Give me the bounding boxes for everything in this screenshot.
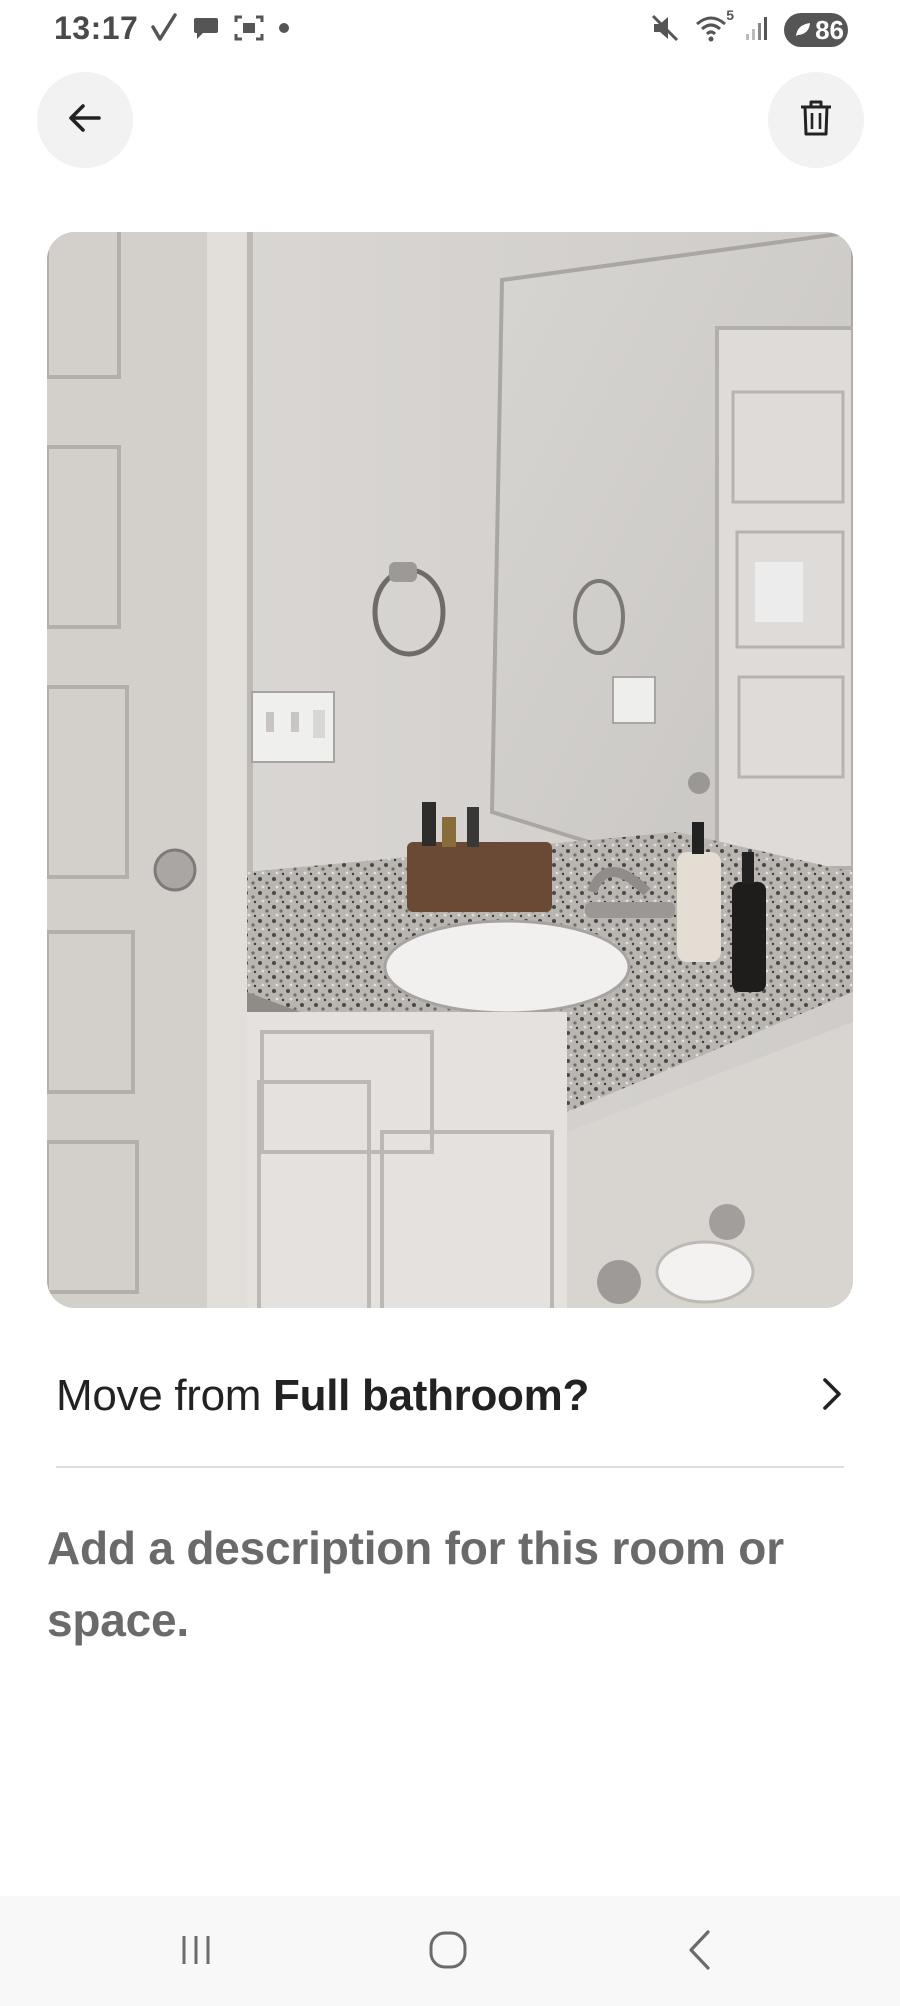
status-bar: 13:17 5 86 (0, 0, 900, 60)
screenshot-icon (234, 14, 264, 47)
wifi-icon: 5 (694, 7, 734, 48)
check-icon (150, 12, 178, 48)
chevron-right-icon (818, 1374, 846, 1419)
system-nav-bar (0, 1896, 900, 2006)
divider (56, 1466, 844, 1468)
wifi-band-label: 5 (726, 6, 734, 23)
signal-icon (744, 14, 770, 47)
dot-icon (278, 21, 290, 39)
move-room-text: Move from Full bathroom? (56, 1371, 589, 1421)
status-right-icons: 5 86 (650, 7, 848, 50)
home-icon (426, 1928, 470, 1977)
trash-icon (798, 98, 834, 143)
home-button[interactable] (418, 1924, 478, 1980)
bathroom-vanity-photo (47, 232, 853, 1308)
status-left-icons (150, 12, 290, 48)
back-button[interactable] (37, 72, 133, 168)
arrow-left-icon (65, 98, 105, 143)
back-icon (682, 1928, 718, 1977)
description-field[interactable]: Add a description for this room or space… (47, 1512, 847, 1656)
delete-photo-button[interactable] (768, 72, 864, 168)
system-back-button[interactable] (670, 1924, 730, 1980)
battery-icon: 86 (784, 13, 848, 47)
recents-button[interactable] (166, 1924, 226, 1980)
current-room-name: Full bathroom? (273, 1371, 590, 1420)
move-room-prefix: Move from (56, 1371, 274, 1420)
battery-level: 86 (815, 14, 844, 45)
status-time: 13:17 (54, 10, 139, 46)
room-photo[interactable] (47, 232, 853, 1308)
mute-icon (650, 13, 680, 48)
recents-icon (176, 1930, 216, 1975)
chat-bubble-icon (192, 14, 220, 47)
move-room-row[interactable]: Move from Full bathroom? (56, 1356, 846, 1436)
